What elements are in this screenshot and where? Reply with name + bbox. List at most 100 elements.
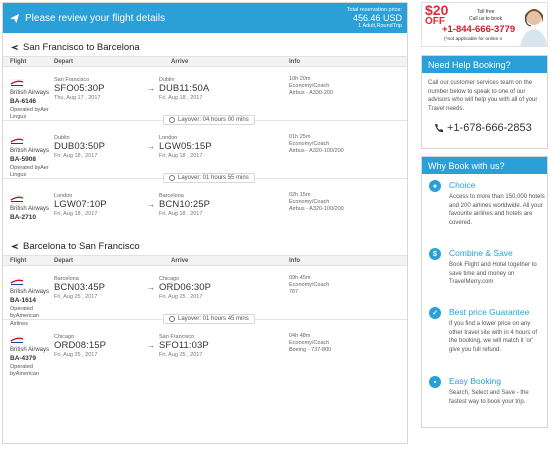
help-title: Need Help Booking? — [422, 56, 547, 73]
flight-number: BA-5908 — [10, 156, 37, 163]
aircraft-type: 787 — [289, 289, 299, 296]
flight-duration: 02h 15m — [289, 192, 311, 198]
price-label: Total reservation price: — [346, 6, 402, 13]
flight-segment: British Airways BA-1614 Operated byAmeri… — [3, 266, 407, 327]
airline-name: British Airways — [10, 347, 50, 353]
column-header: Flight Depart Arrive Info — [3, 56, 407, 67]
why-item-title: Easy Booking — [449, 376, 501, 386]
col-info: Info — [289, 257, 300, 264]
cabin-class: Economy/Coach — [289, 141, 330, 148]
flight-number: BA-6146 — [10, 98, 37, 105]
arrow-right-icon: → — [147, 283, 155, 292]
arrive-time: LGW05:15P — [159, 141, 212, 152]
return-segments: British Airways BA-1614 Operated byAmeri… — [3, 266, 407, 377]
ad-call-us: Call us to book — [469, 16, 503, 22]
aircraft-type: Airbus - A330-200 — [289, 90, 334, 97]
why-book-panel: Why Book with us? ● Choice Access to mor… — [421, 156, 548, 428]
arrow-right-icon: → — [147, 200, 155, 209]
help-panel: Need Help Booking? Call our customer ser… — [421, 55, 548, 149]
tag-icon: ● — [429, 180, 441, 192]
arrow-right-icon: → — [147, 142, 155, 151]
layover-badge: Layover: 01 hours 45 mins — [163, 314, 255, 324]
review-header: Please review your flight details Total … — [3, 3, 407, 33]
arrow-right-icon: → — [147, 341, 155, 350]
airline-logo-icon — [10, 278, 24, 287]
flight-segment: British Airways BA-4379 Operated byAmeri… — [3, 324, 407, 377]
airline-logo-icon — [10, 137, 24, 146]
flight-duration: 10h 20m — [289, 76, 311, 82]
arrow-right-icon: → — [147, 84, 155, 93]
outbound-segments: British Airways BA-6146 Operated byAer L… — [3, 67, 407, 231]
flight-duration: 01h 25m — [289, 134, 311, 140]
total-price: 456.46 USD — [352, 12, 402, 23]
why-item-text: If you find a lower price on any other t… — [449, 321, 538, 353]
why-item-text: Access to more than 150,000 hotels and 2… — [449, 194, 545, 226]
layover-row: Layover: 01 hours 55 mins — [3, 173, 407, 183]
ad-discount: $20 — [425, 2, 449, 18]
flight-number: BA-1614 — [10, 297, 37, 304]
arrive-date: Fri, Aug 18 , 2017 — [159, 95, 203, 101]
return-title: Barcelona to San Francisco — [3, 237, 407, 255]
depart-date: Fri, Aug 18 , 2017 — [54, 153, 98, 159]
layover-badge: Layover: 01 hours 55 mins — [163, 173, 255, 183]
operated-by: Operated byAmerican — [10, 364, 40, 378]
why-title: Why Book with us? — [422, 157, 547, 174]
plane-icon — [10, 243, 19, 249]
airline-name: British Airways — [10, 289, 50, 295]
dollar-icon: $ — [429, 248, 441, 260]
outbound-title: San Francisco to Barcelona — [3, 38, 407, 56]
arrive-time: ORD06:30P — [159, 282, 212, 293]
col-flight: Flight — [10, 257, 27, 264]
passenger-summary: 1 Adult,RoundTrip — [358, 23, 402, 30]
flight-segment: British Airways BA-5908 Operated byAer L… — [3, 125, 407, 178]
col-depart: Depart — [54, 58, 74, 65]
why-item-text: Book Flight and Hotel together to save t… — [449, 262, 537, 286]
depart-date: Fri, Aug 25 , 2017 — [54, 294, 98, 300]
layover-row: Layover: 01 hours 45 mins — [3, 314, 407, 324]
col-info: Info — [289, 58, 300, 65]
arrive-time: BCN10:25P — [159, 199, 211, 210]
page-title: Please review your flight details — [25, 12, 166, 24]
col-depart: Depart — [54, 257, 74, 264]
call-to-book-ad[interactable]: $20 OFF Toll free Call us to book +1-844… — [421, 2, 548, 47]
clock-icon — [169, 316, 175, 322]
depart-time: SFO05:30P — [54, 83, 105, 94]
flight-details-panel: Please review your flight details Total … — [2, 2, 408, 444]
depart-date: Fri, Aug 25 , 2017 — [54, 352, 98, 358]
flight-number: BA-4379 — [10, 355, 37, 362]
cabin-class: Economy/Coach — [289, 282, 330, 289]
depart-time: DUB03:50P — [54, 141, 106, 152]
thumbs-up-icon: ✓ — [429, 307, 441, 319]
ad-toll-free: Toll free — [477, 9, 495, 15]
why-item-text: Search, Select and Save - the fastest wa… — [449, 390, 529, 405]
arrive-date: Fri, Aug 25 , 2017 — [159, 352, 203, 358]
help-phone[interactable]: +1-678-666-2853 — [422, 114, 547, 134]
col-flight: Flight — [10, 58, 27, 65]
clock-icon — [169, 117, 175, 123]
depart-time: BCN03:45P — [54, 282, 106, 293]
flight-duration: 09h 45m — [289, 275, 311, 281]
briefcase-icon: ▪ — [429, 376, 441, 388]
depart-date: Thu, Aug 17 , 2017 — [54, 95, 101, 101]
cabin-class: Economy/Coach — [289, 340, 330, 347]
send-icon — [9, 13, 20, 23]
why-item-title: Choice — [449, 180, 476, 190]
ad-phone: +1-844-666-3779 — [442, 24, 516, 35]
airline-name: British Airways — [10, 148, 50, 154]
arrive-date: Fri, Aug 18 , 2017 — [159, 211, 203, 217]
cabin-class: Economy/Coach — [289, 199, 330, 206]
arrive-date: Fri, Aug 18 , 2017 — [159, 153, 203, 159]
ad-note: (*not applicable for online o — [444, 37, 503, 42]
airline-name: British Airways — [10, 90, 50, 96]
cabin-class: Economy/Coach — [289, 83, 330, 90]
column-header: Flight Depart Arrive Info — [3, 255, 407, 266]
arrive-time: DUB11:50A — [159, 83, 210, 94]
arrive-date: Fri, Aug 25 , 2017 — [159, 294, 203, 300]
airline-logo-icon — [10, 79, 24, 88]
aircraft-type: Boeing - 737-800 — [289, 347, 332, 354]
col-arrive: Arrive — [171, 257, 189, 264]
flight-duration: 04h 48m — [289, 333, 311, 339]
help-text: Call our customer services team on the n… — [428, 80, 538, 113]
airline-logo-icon — [10, 195, 24, 204]
depart-time: ORD08:15P — [54, 340, 107, 351]
